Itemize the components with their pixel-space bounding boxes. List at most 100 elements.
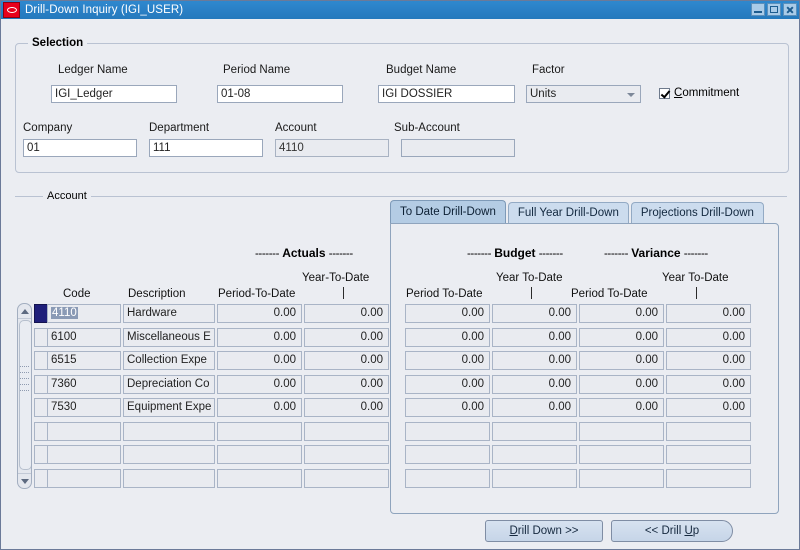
actuals-ptd-cell[interactable]: 0.00 [217,398,302,417]
code-cell[interactable] [47,445,121,464]
actuals-ptd-cell[interactable]: 0.00 [217,351,302,370]
close-icon[interactable] [783,3,797,16]
code-cell[interactable]: 7530 [47,398,121,417]
tab-full-year-drill-down[interactable]: Full Year Drill-Down [507,202,629,223]
actuals-ptd-cell[interactable] [217,468,302,488]
budget-ptd-cell[interactable]: 0.00 [405,398,490,417]
column-header-variance-ptd: Period To-Date [571,288,648,300]
period-name-input[interactable]: 01-08 [217,85,343,103]
maximize-icon[interactable] [767,3,781,16]
ledger-name-input[interactable]: IGI_Ledger [51,85,177,103]
budget-ytd-cell[interactable]: 0.00 [492,374,577,394]
budget-ytd-cell[interactable]: 0.00 [492,398,577,417]
budget-ytd-cell[interactable] [492,421,577,441]
scroll-down-arrow-icon[interactable] [18,473,31,488]
variance-ptd-cell[interactable] [579,421,664,441]
window-controls [751,3,797,16]
variance-ytd-cell[interactable] [666,421,751,441]
variance-title: Variance [631,246,681,260]
actuals-ytd-cell[interactable]: 0.00 [304,327,389,347]
factor-select[interactable]: Units [526,85,641,103]
actuals-ytd-cell[interactable]: 0.00 [304,304,389,323]
variance-ptd-cell[interactable]: 0.00 [579,351,664,370]
budget-ptd-cell[interactable] [405,468,490,488]
sub-account-input[interactable] [401,139,515,157]
actuals-ptd-cell[interactable]: 0.00 [217,327,302,347]
code-cell[interactable]: 6515 [47,351,121,370]
drill-down-button[interactable]: Drill Down >> [485,520,603,542]
company-label: Company [23,122,73,134]
variance-dash-left: ------- [604,248,629,260]
budget-dash-right: ------- [538,248,563,260]
description-cell[interactable]: Hardware [123,304,215,323]
grid-vertical-scrollbar[interactable] [17,303,32,489]
budget-ptd-cell[interactable]: 0.00 [405,327,490,347]
variance-ptd-cell[interactable]: 0.00 [579,304,664,323]
factor-selected-value: Units [530,87,557,100]
company-input[interactable]: 01 [23,139,137,157]
budget-ytd-cell[interactable] [492,468,577,488]
variance-ytd-cell[interactable] [666,468,751,488]
tab-projections-drill-down[interactable]: Projections Drill-Down [630,202,764,223]
actuals-ptd-cell[interactable] [217,445,302,464]
scrollbar-thumb[interactable] [19,320,31,470]
actuals-ytd-cell[interactable] [304,421,389,441]
sub-account-label: Sub-Account [394,122,460,134]
variance-ytd-cell[interactable]: 0.00 [666,304,751,323]
actuals-ytd-cell[interactable] [304,468,389,488]
commitment-checkbox[interactable] [659,87,670,99]
budget-ptd-cell[interactable]: 0.00 [405,351,490,370]
account-input[interactable]: 4110 [275,139,389,157]
budget-ytd-cell[interactable]: 0.00 [492,351,577,370]
actuals-ytd-cell[interactable]: 0.00 [304,351,389,370]
minimize-icon[interactable] [751,3,765,16]
actuals-ptd-cell[interactable] [217,421,302,441]
department-input[interactable]: 111 [149,139,263,157]
variance-ytd-cell[interactable]: 0.00 [666,374,751,394]
tab-to-date-drill-down[interactable]: To Date Drill-Down [390,200,506,223]
budget-ytd-cell[interactable]: 0.00 [492,304,577,323]
code-cell[interactable] [47,468,121,488]
budget-ptd-cell[interactable] [405,421,490,441]
commitment-checkbox-wrap[interactable]: Commitment [659,87,739,99]
actuals-ytd-cell[interactable] [304,445,389,464]
tab-label: Projections Drill-Down [640,207,754,219]
actuals-ytd-cell[interactable]: 0.00 [304,374,389,394]
column-header-budget-ytd: Year To-Date [496,272,563,284]
budget-ytd-cell[interactable]: 0.00 [492,327,577,347]
budget-ptd-cell[interactable]: 0.00 [405,374,490,394]
actuals-ptd-cell[interactable]: 0.00 [217,374,302,394]
drill-up-button-label: << Drill Up [644,525,700,537]
scroll-up-arrow-icon[interactable] [18,304,31,319]
description-cell[interactable]: Depreciation Co [123,374,215,394]
variance-ptd-cell[interactable]: 0.00 [579,374,664,394]
variance-ptd-cell[interactable]: 0.00 [579,327,664,347]
variance-ytd-cell[interactable]: 0.00 [666,327,751,347]
window-titlebar[interactable]: Drill-Down Inquiry (IGI_USER) [1,1,799,19]
budget-ytd-cell[interactable] [492,445,577,464]
variance-ytd-cell[interactable]: 0.00 [666,351,751,370]
code-cell[interactable]: 7360 [47,374,121,394]
code-cell[interactable] [47,421,121,441]
variance-ptd-cell[interactable] [579,445,664,464]
budget-dash-left: ------- [467,248,492,260]
description-cell[interactable]: Equipment Expe [123,398,215,417]
actuals-ytd-cell[interactable]: 0.00 [304,398,389,417]
variance-ptd-cell[interactable]: 0.00 [579,398,664,417]
description-cell[interactable] [123,421,215,441]
actuals-ptd-cell[interactable]: 0.00 [217,304,302,323]
code-cell[interactable]: 6100 [47,327,121,347]
drill-up-button[interactable]: << Drill Up [611,520,733,542]
variance-ytd-cell[interactable] [666,445,751,464]
variance-ytd-cell[interactable]: 0.00 [666,398,751,417]
budget-name-input[interactable]: IGI DOSSIER [378,85,515,103]
code-cell[interactable]: 4110 [47,304,121,323]
variance-ptd-cell[interactable] [579,468,664,488]
description-cell[interactable]: Collection Expe [123,351,215,370]
description-cell[interactable] [123,468,215,488]
variance-section-header: ------- Variance ------- [604,246,708,260]
budget-ptd-cell[interactable] [405,445,490,464]
budget-ptd-cell[interactable]: 0.00 [405,304,490,323]
description-cell[interactable]: Miscellaneous E [123,327,215,347]
description-cell[interactable] [123,445,215,464]
